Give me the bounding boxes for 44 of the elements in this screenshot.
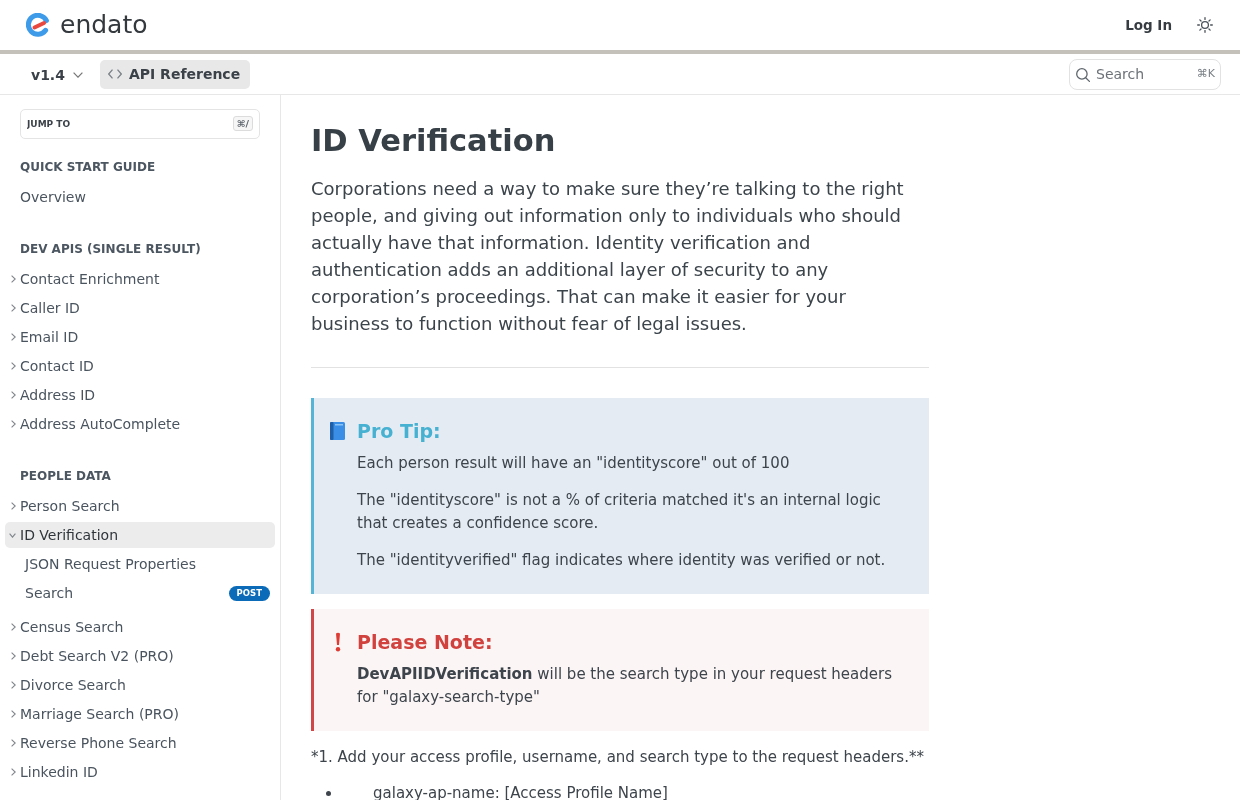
sidebar-item[interactable]: Reverse Phone Search xyxy=(5,730,275,756)
section-heading: DEV APIS (SINGLE RESULT) xyxy=(19,241,202,258)
caret-icon xyxy=(72,72,83,78)
sidebar-item[interactable]: Overview xyxy=(5,184,275,210)
step-text: *1. Add your access profile, username, and search type to the request headers.** xyxy=(311,747,925,768)
page-title: ID Verification xyxy=(311,122,557,160)
sidebar-item[interactable]: Caller ID xyxy=(5,295,275,321)
method-badge: POST xyxy=(228,585,270,601)
sidebar-item[interactable]: Address ID xyxy=(5,382,275,408)
version-dropdown[interactable]: v1.4 xyxy=(31,67,83,83)
nav-tab[interactable]: API Reference xyxy=(99,59,251,89)
sidebar-item[interactable]: Person Search xyxy=(5,493,275,519)
sidebar-item[interactable]: JSON Request Properties xyxy=(5,551,275,577)
callout-text: The "identityscore" is not a % of criteria matched it's an internal logic that creates a confidence score. xyxy=(357,490,882,534)
sidebar-item[interactable]: Marriage Search (PRO) xyxy=(5,701,275,727)
sidebar-item[interactable]: Contact ID xyxy=(5,353,275,379)
sidebar-item[interactable]: Email ID xyxy=(5,324,275,350)
login-button[interactable]: Log In xyxy=(1122,15,1175,35)
shortcut-hint: ⌘K xyxy=(1196,66,1215,80)
brand-name: endato xyxy=(60,10,148,40)
callout-text: DevAPIIDVerification will be the search type in your request headers for "galaxy-search-type" xyxy=(357,664,893,708)
exclamation-icon xyxy=(335,632,341,652)
search-icon xyxy=(1076,67,1090,82)
sidebar-item[interactable]: ID Verification xyxy=(5,522,275,548)
sidebar-item[interactable]: Census Search xyxy=(5,614,275,640)
sidebar-item[interactable]: Debt Search V2 (PRO) xyxy=(5,643,275,669)
bullet-icon xyxy=(326,790,331,796)
callout-text: Each person result will have an "identityscore" out of 100 xyxy=(357,453,791,474)
book-icon xyxy=(327,421,347,441)
theme-toggle-button[interactable] xyxy=(1197,17,1213,33)
section-heading: PEOPLE DATA xyxy=(19,468,112,485)
sidebar-item[interactable]: Linkedin ID xyxy=(5,759,275,785)
logo-icon xyxy=(26,13,50,37)
callout-heading: Please Note: xyxy=(357,630,494,655)
callout-heading: Pro Tip: xyxy=(357,419,442,444)
intro-paragraph: Corporations need a way to make sure they’re talking to the right people, and giving out information only to individuals who should actually have that information. Identity verification and authentication adds an additional layer of security to any corporation’s proceedings. That can make it easier for your business to function without fear of legal issues. xyxy=(311,177,905,336)
callout-text: The "identityverified" flag indicates where identity was verified or not. xyxy=(357,550,887,571)
sidebar-item[interactable]: Divorce Search xyxy=(5,672,275,698)
sidebar-item[interactable]: Address AutoComplete xyxy=(5,411,275,437)
section-heading: QUICK START GUIDE xyxy=(19,159,157,176)
sidebar-item[interactable]: Search POST xyxy=(5,580,275,606)
sidebar-item[interactable]: Contact Enrichment xyxy=(5,266,275,292)
sun-icon xyxy=(1197,17,1213,33)
code-icon xyxy=(107,69,122,79)
